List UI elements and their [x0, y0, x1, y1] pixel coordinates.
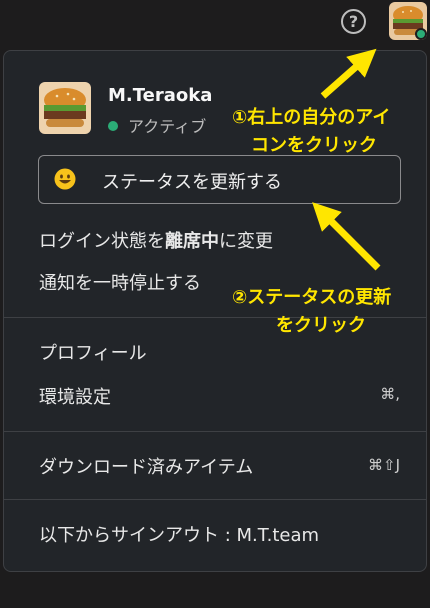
- active-status-label: アクティブ: [128, 117, 207, 136]
- preferences-item[interactable]: 環境設定: [39, 383, 111, 409]
- update-status-button[interactable]: ステータスを更新する: [38, 155, 401, 204]
- annotation-step2-line2: をクリック: [276, 315, 366, 336]
- smiley-emoji-icon: [54, 168, 76, 194]
- profile-name: M.Teraoka: [108, 85, 213, 106]
- downloads-shortcut: ⌘⇧J: [368, 456, 400, 474]
- signout-item[interactable]: 以下からサインアウト : M.T.team: [39, 521, 319, 547]
- top-bar: ?: [0, 0, 430, 48]
- active-status-dot: [108, 121, 118, 131]
- update-status-label: ステータスを更新する: [102, 172, 282, 193]
- profile-item[interactable]: プロフィール: [39, 339, 147, 365]
- preferences-shortcut: ⌘,: [380, 385, 400, 403]
- divider: [4, 499, 426, 500]
- hamburger-avatar-icon: [39, 82, 91, 134]
- annotation-step1-line1: ①右上の自分のアイ: [232, 107, 391, 128]
- help-icon[interactable]: ?: [341, 9, 366, 34]
- annotation-step1-line2: コンをクリック: [251, 135, 377, 156]
- presence-indicator: [415, 28, 427, 40]
- annotation-step2-line1: ②ステータスの更新: [232, 287, 392, 308]
- pause-notifications-item[interactable]: 通知を一時停止する: [39, 269, 201, 295]
- divider: [4, 431, 426, 432]
- profile-avatar: [39, 82, 91, 134]
- downloads-item[interactable]: ダウンロード済みアイテム: [39, 453, 253, 479]
- set-away-item[interactable]: ログイン状態を離席中に変更: [39, 227, 273, 253]
